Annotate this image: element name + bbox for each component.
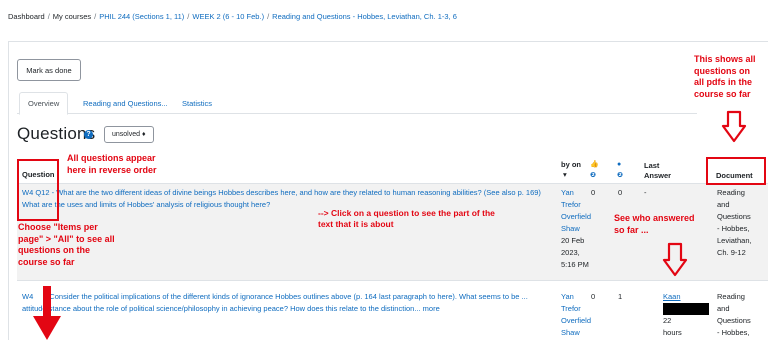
redaction-bar: [663, 303, 709, 315]
annotation-document-column: This shows all questions on all pdfs in …: [694, 54, 768, 100]
comments-count: 1: [618, 292, 623, 301]
answer-time: 22: [663, 316, 672, 325]
breadcrumb-week[interactable]: WEEK 2 (6 - 10 Feb.): [192, 12, 264, 21]
arrow-down-icon: [33, 286, 61, 340]
breadcrumb-dashboard[interactable]: Dashboard: [8, 12, 45, 21]
document-line: Ch. 9-12: [717, 248, 746, 257]
post-date: 20 Feb: [561, 236, 585, 245]
author-name[interactable]: Overfield: [561, 211, 591, 223]
document-line: and: [717, 304, 730, 313]
annotation-line: This shows all: [694, 54, 756, 64]
annotation-line: See who answered: [614, 213, 695, 223]
annotation-click-question: --> Click on a question to see the part …: [318, 208, 495, 229]
annotation-line: here in reverse order: [67, 164, 157, 175]
answerer-name[interactable]: Kaan: [663, 291, 705, 303]
document-line: Questions: [717, 212, 751, 221]
document-cell[interactable]: Reading and Questions - Hobbes, Leviatha…: [717, 187, 765, 259]
author-name[interactable]: Yan: [561, 187, 591, 199]
document-line: Questions: [717, 316, 751, 325]
document-line: Reading: [717, 188, 745, 197]
document-line: - Hobbes,: [717, 328, 750, 337]
answer-time: hours: [663, 328, 682, 337]
document-line: Reading: [717, 292, 745, 301]
document-line: - Hobbes,: [717, 224, 750, 233]
post-date: 5:16 PM: [561, 260, 589, 269]
annotation-reverse-order: All questions appear here in reverse ord…: [67, 153, 217, 176]
breadcrumb-activity[interactable]: Reading and Questions - Hobbes, Leviatha…: [272, 12, 457, 21]
breadcrumb-separator: /: [47, 12, 50, 21]
author-name[interactable]: Overfield: [561, 315, 591, 327]
document-cell[interactable]: Reading and Questions - Hobbes,: [717, 291, 765, 339]
highlight-question-column: [17, 159, 59, 221]
filter-select[interactable]: unsolved ♦: [104, 126, 154, 143]
annotation-line: so far ...: [614, 224, 649, 235]
arrow-down-icon: [721, 110, 747, 143]
breadcrumb-separator: /: [187, 12, 190, 21]
annotation-line: course so far: [18, 256, 75, 267]
last-answer: -: [644, 188, 647, 197]
annotation-line: All questions appear: [67, 153, 156, 163]
thumbs-up-icon[interactable]: 👍: [590, 160, 599, 170]
question-cell[interactable]: W4 Consider the political implications o…: [22, 291, 560, 315]
annotation-line: Choose "Items per: [18, 222, 98, 232]
author-name[interactable]: Trefor: [561, 303, 591, 315]
annotation-who-answered: See who answered so far ...: [614, 213, 704, 236]
likes-count: 0: [591, 188, 596, 197]
last-answer: Kaan 22 hours: [663, 291, 705, 339]
likes-count: 0: [591, 292, 596, 301]
tab-statistics[interactable]: Statistics: [174, 92, 220, 115]
annotation-line: questions on: [694, 65, 750, 76]
arrow-down-icon: [662, 242, 688, 277]
question-text[interactable]: Consider the political implications of t…: [22, 292, 528, 313]
author-cell: Yan Trefor Overfield Shaw: [561, 291, 591, 339]
row-divider: [17, 280, 768, 281]
breadcrumb: Dashboard / My courses / PHIL 244 (Sections …: [8, 12, 768, 21]
mark-as-done-button[interactable]: Mark as done: [17, 59, 81, 81]
column-header-by-on[interactable]: by on: [561, 160, 581, 170]
likes-count-icon: ❷: [590, 172, 596, 179]
highlight-document-header: [706, 157, 766, 185]
breadcrumb-my-courses[interactable]: My courses: [53, 12, 91, 21]
annotation-line: course so far: [694, 88, 751, 99]
breadcrumb-course[interactable]: PHIL 244 (Sections 1, 11): [99, 12, 184, 21]
annotation-line: all pdfs in the: [694, 77, 753, 87]
comments-count: 0: [618, 188, 623, 197]
help-icon[interactable]: ?: [84, 130, 93, 139]
column-header-last-answer[interactable]: Last Answer: [644, 161, 684, 181]
author-name[interactable]: Trefor: [561, 199, 591, 211]
annotation-items-per-page: Choose "Items per page" > "All" to see a…: [18, 222, 138, 268]
annotation-line: questions on the: [18, 245, 90, 255]
author-cell: Yan Trefor Overfield Shaw 20 Feb 2023, 5…: [561, 187, 591, 271]
more-link[interactable]: more: [423, 304, 440, 313]
comment-icon[interactable]: ●: [617, 160, 621, 170]
author-name[interactable]: Shaw: [561, 223, 591, 235]
annotation-line: page" > "All" to see all: [18, 233, 115, 244]
tab-overview[interactable]: Overview: [19, 92, 69, 115]
author-name[interactable]: Shaw: [561, 327, 591, 339]
sort-icon[interactable]: ▾: [563, 170, 567, 180]
comments-count-icon: ❷: [617, 172, 623, 179]
document-line: Leviathan,: [717, 236, 752, 245]
breadcrumb-separator: /: [94, 12, 97, 21]
breadcrumb-separator: /: [267, 12, 270, 21]
post-date: 2023,: [561, 248, 580, 257]
tab-reading-and-questions[interactable]: Reading and Questions...: [75, 92, 176, 115]
question-text[interactable]: - What are the two different ideas of di…: [22, 188, 541, 209]
author-name[interactable]: Yan: [561, 291, 591, 303]
document-line: and: [717, 200, 730, 209]
